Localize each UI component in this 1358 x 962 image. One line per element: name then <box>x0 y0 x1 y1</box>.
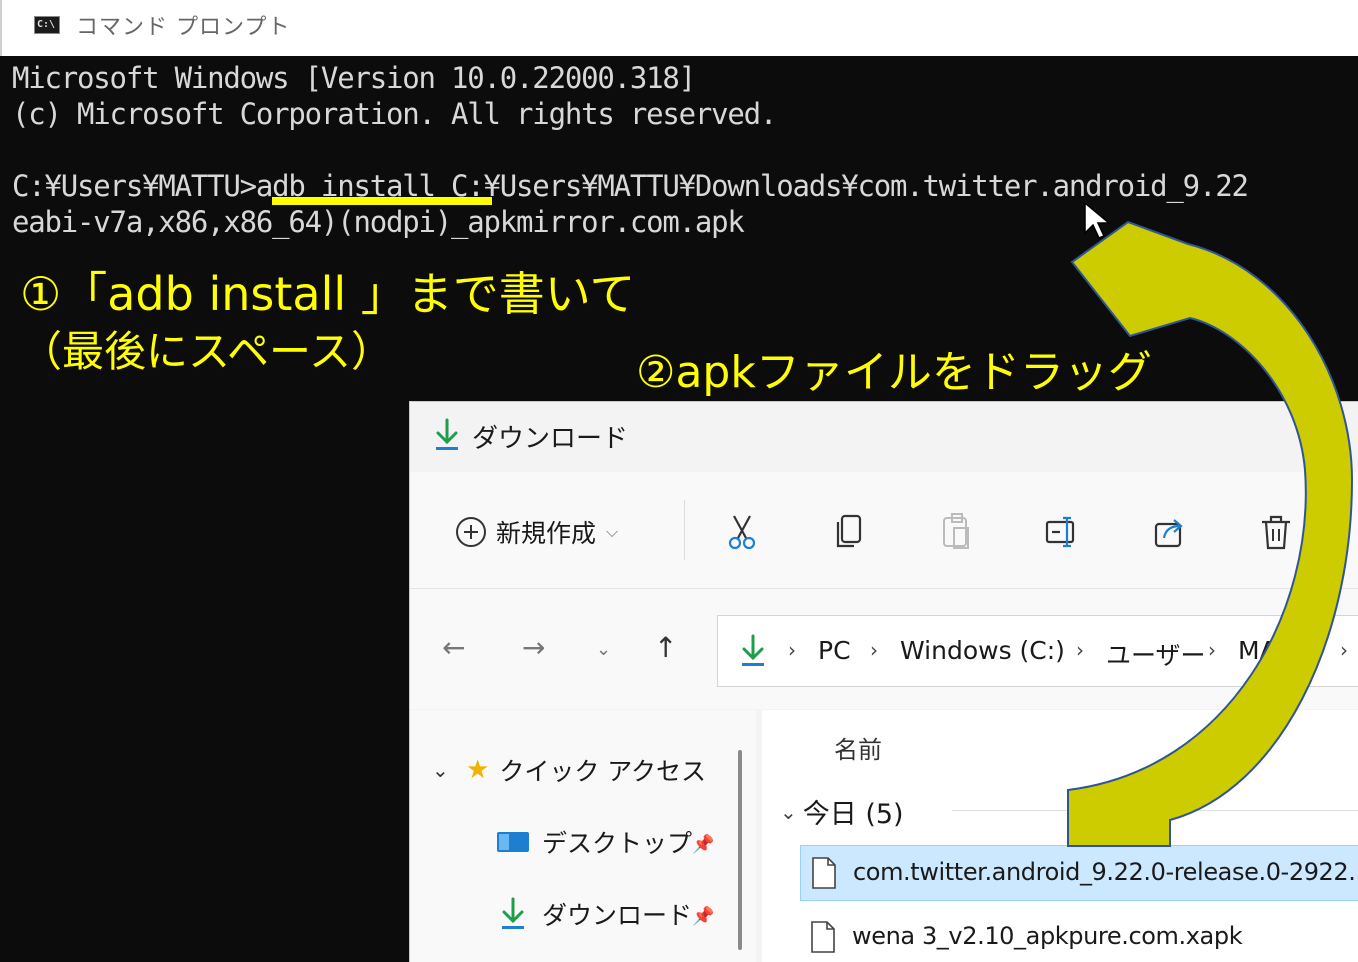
paste-icon[interactable] <box>938 512 974 552</box>
delete-icon[interactable] <box>1258 512 1294 552</box>
address-bar[interactable]: › PC › Windows (C:) › ユーザー › MATTU › <box>717 615 1358 687</box>
annotation-step1-note: （最後にスペース） <box>20 327 393 376</box>
explorer-title: ダウンロード <box>472 424 629 454</box>
breadcrumb-separator: › <box>788 638 796 662</box>
breadcrumb-mattu[interactable]: MATTU <box>1238 636 1323 665</box>
annotation-step2: ②apkファイルをドラッグ <box>636 347 1152 398</box>
highlight-underline <box>272 197 492 205</box>
navigation-pane: ⌄ ★ クイック アクセス デスクトップ 📌 ダウンロード 📌 <box>410 710 756 962</box>
explorer-toolbar: 新規作成 ⌵ <box>410 472 1358 589</box>
up-arrow-icon[interactable]: ↑ <box>654 631 677 664</box>
cmd-title-bar: C:\ コマンド プロンプト <box>0 0 1358 56</box>
quick-access-item[interactable]: ⌄ ★ クイック アクセス <box>432 752 706 788</box>
nav-item-label: ダウンロード <box>542 901 693 930</box>
rename-icon[interactable] <box>1044 512 1080 552</box>
mouse-cursor-icon <box>1084 201 1112 239</box>
nav-item-desktop[interactable]: デスクトップ <box>496 824 692 860</box>
console-command-line: C:¥Users¥MATTU>adb install C:¥Users¥MATT… <box>12 169 1249 203</box>
breadcrumb-pc[interactable]: PC <box>818 636 851 665</box>
address-bar-area: ← → ⌄ ↑ › PC › Windows (C:) › ユーザー › MAT… <box>410 589 1358 709</box>
share-icon[interactable] <box>1152 512 1188 552</box>
explorer-title-bar: ダウンロード <box>410 402 1358 472</box>
window-title: コマンド プロンプト <box>76 15 291 40</box>
nav-item-label: デスクトップ <box>542 829 693 858</box>
nav-item-downloads[interactable]: ダウンロード <box>496 896 692 932</box>
new-button-label: 新規作成 <box>496 519 597 548</box>
column-header-name[interactable]: 名前 <box>834 730 882 765</box>
chevron-down-icon: ⌵ <box>606 522 619 541</box>
breadcrumb-separator: › <box>1076 638 1084 662</box>
console-line: eabi-v7a,x86,x86_64)(nodpi)_apkmirror.co… <box>12 205 745 239</box>
annotation-step1: ①「adb install 」まで書いて <box>20 267 636 321</box>
file-row[interactable]: com.twitter.android_9.22.0-release.0-292… <box>800 845 1358 901</box>
recent-chevron-icon[interactable]: ⌄ <box>596 639 611 660</box>
pin-icon[interactable]: 📌 <box>692 834 714 855</box>
group-divider <box>952 810 1358 811</box>
file-row[interactable]: wena 3_v2.10_apkpure.com.xapk <box>800 910 1358 962</box>
toolbar-divider <box>1338 500 1339 560</box>
pin-icon[interactable]: 📌 <box>692 906 714 927</box>
file-list: 名前 ⌄ 今日 (5) com.twitter.android_9.22.0-r… <box>762 710 1358 962</box>
file-icon <box>812 857 836 889</box>
copy-icon[interactable] <box>832 512 868 552</box>
add-icon <box>456 517 486 547</box>
breadcrumb-separator: › <box>1340 638 1348 662</box>
breadcrumb-separator: › <box>1208 638 1216 662</box>
download-icon <box>742 634 764 666</box>
forward-arrow-icon[interactable]: → <box>522 631 545 664</box>
download-icon <box>502 897 524 929</box>
file-icon <box>811 921 835 953</box>
download-icon <box>436 418 458 450</box>
file-name: com.twitter.android_9.22.0-release.0-292… <box>853 858 1358 886</box>
console-line: (c) Microsoft Corporation. All rights re… <box>12 97 777 131</box>
file-name: wena 3_v2.10_apkpure.com.xapk <box>852 922 1243 950</box>
toolbar-divider <box>684 500 685 560</box>
desktop-icon <box>497 832 529 852</box>
scrollbar[interactable] <box>738 750 742 950</box>
new-button[interactable]: 新規作成 ⌵ <box>456 514 618 550</box>
breadcrumb-users[interactable]: ユーザー <box>1106 636 1206 672</box>
explorer-window: ダウンロード 新規作成 ⌵ ← → ⌄ ↑ › PC › Windows (C:… <box>409 401 1358 962</box>
breadcrumb-separator: › <box>870 638 878 662</box>
console-line: Microsoft Windows [Version 10.0.22000.31… <box>12 61 696 95</box>
group-label: 今日 (5) <box>802 799 904 830</box>
quick-access-label: クイック アクセス <box>499 757 707 786</box>
chevron-down-icon: ⌄ <box>432 758 449 782</box>
cut-icon[interactable] <box>724 512 760 552</box>
chevron-down-icon: ⌄ <box>780 799 797 824</box>
back-arrow-icon[interactable]: ← <box>442 631 465 664</box>
cmd-app-icon: C:\ <box>34 16 60 34</box>
breadcrumb-windows-c[interactable]: Windows (C:) <box>900 636 1065 665</box>
star-icon: ★ <box>466 755 490 785</box>
group-header-today[interactable]: ⌄ 今日 (5) <box>780 792 904 831</box>
